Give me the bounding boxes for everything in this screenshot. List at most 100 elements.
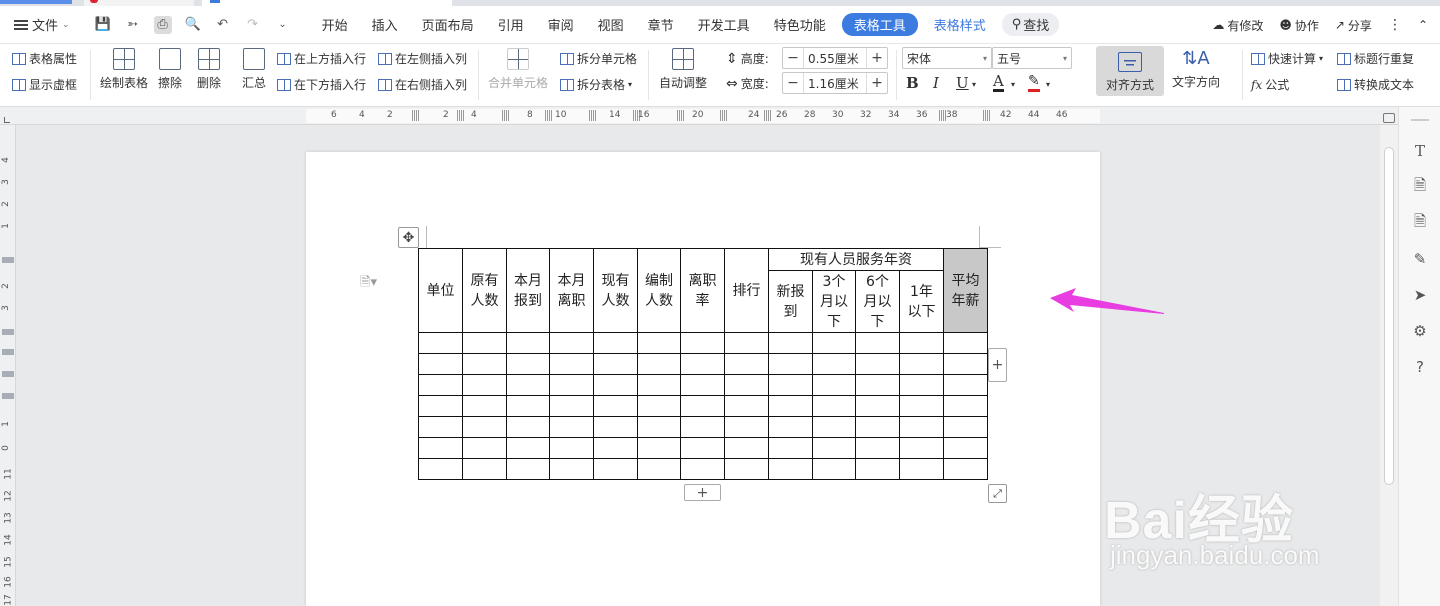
table-header-cell[interactable]: 单位 bbox=[418, 248, 463, 333]
table-cell[interactable] bbox=[855, 353, 900, 375]
table-cell[interactable] bbox=[943, 395, 988, 417]
table-props-button[interactable]: 表格属性 bbox=[12, 50, 77, 67]
width-decrease-button[interactable]: − bbox=[783, 75, 803, 91]
more-icon[interactable]: ⋮ bbox=[1388, 17, 1402, 33]
insert-above-button[interactable]: 在上方插入行 bbox=[277, 50, 366, 67]
chevron-down-icon[interactable]: ▾ bbox=[1046, 80, 1050, 89]
table-cell[interactable] bbox=[855, 458, 900, 480]
split-table-button[interactable]: 拆分表格 ▾ bbox=[560, 76, 632, 93]
table-cell[interactable] bbox=[418, 437, 463, 459]
table-cell[interactable] bbox=[637, 332, 681, 354]
pen-icon[interactable]: ✎ bbox=[1410, 249, 1430, 269]
table-cell[interactable] bbox=[506, 437, 550, 459]
table-cell[interactable] bbox=[637, 395, 681, 417]
table-cell[interactable] bbox=[506, 374, 550, 396]
table-header-cell[interactable]: 现有人数 bbox=[593, 248, 638, 333]
table-cell[interactable] bbox=[637, 374, 681, 396]
table-cell[interactable] bbox=[680, 353, 725, 375]
paragraph-layout-icon[interactable]: 🗎▾ bbox=[360, 273, 377, 295]
scrollbar-thumb[interactable] bbox=[1384, 147, 1394, 485]
table-cell[interactable] bbox=[724, 458, 769, 480]
doc-check-icon[interactable]: 🗎 bbox=[1410, 176, 1430, 197]
table-header-cell-highlighted[interactable]: 平均年薪 bbox=[943, 248, 988, 333]
table-cell[interactable] bbox=[462, 437, 507, 459]
table-cell[interactable] bbox=[549, 374, 594, 396]
tab-start[interactable]: 开始 bbox=[310, 15, 360, 34]
table-cell[interactable] bbox=[593, 437, 638, 459]
collab-button[interactable]: ☻ 协作 bbox=[1279, 17, 1319, 34]
table-cell[interactable] bbox=[506, 458, 550, 480]
table-cell[interactable] bbox=[899, 458, 944, 480]
table-cell[interactable] bbox=[593, 374, 638, 396]
table-cell[interactable] bbox=[855, 374, 900, 396]
table-cell[interactable] bbox=[768, 458, 813, 480]
auto-fit-button[interactable]: 自动调整 bbox=[659, 48, 707, 91]
table-cell[interactable] bbox=[680, 395, 725, 417]
tab-insert[interactable]: 插入 bbox=[360, 15, 410, 34]
height-input[interactable] bbox=[803, 48, 867, 68]
table-cell[interactable] bbox=[593, 353, 638, 375]
height-increase-button[interactable]: + bbox=[867, 50, 887, 66]
table-cell[interactable] bbox=[593, 395, 638, 417]
table-cell[interactable] bbox=[418, 458, 463, 480]
table-cell[interactable] bbox=[637, 458, 681, 480]
ruler-column-marker[interactable] bbox=[677, 110, 685, 121]
ruler-column-marker[interactable] bbox=[545, 110, 553, 121]
table-cell[interactable] bbox=[899, 353, 944, 375]
height-decrease-button[interactable]: − bbox=[783, 50, 803, 66]
ruler-column-marker[interactable] bbox=[502, 110, 510, 121]
repeat-header-button[interactable]: 标题行重复 bbox=[1337, 50, 1414, 67]
ruler-row-marker[interactable] bbox=[2, 257, 14, 263]
ruler-row-marker[interactable] bbox=[2, 393, 14, 399]
table-cell[interactable] bbox=[549, 332, 594, 354]
table-cell[interactable] bbox=[768, 416, 813, 438]
table-cell[interactable] bbox=[899, 332, 944, 354]
table-cell[interactable] bbox=[855, 437, 900, 459]
table-cell[interactable] bbox=[855, 332, 900, 354]
font-color-button[interactable]: A bbox=[993, 74, 1004, 92]
formula-button[interactable]: fx 公式 bbox=[1251, 76, 1289, 93]
table-resize-handle[interactable]: ⤢ bbox=[988, 484, 1007, 503]
table-cell[interactable] bbox=[549, 437, 594, 459]
ruler-column-marker[interactable] bbox=[589, 110, 597, 121]
table-cell[interactable] bbox=[943, 353, 988, 375]
horizontal-ruler[interactable]: 6 4 2 2 4 8 10 14 16 20 24 26 28 30 32 3… bbox=[0, 107, 1398, 125]
table-cell[interactable] bbox=[637, 416, 681, 438]
table-cell[interactable] bbox=[943, 437, 988, 459]
print-icon[interactable]: ⎙ bbox=[153, 15, 172, 34]
tab-table-tools[interactable]: 表格工具 bbox=[841, 13, 918, 36]
to-text-button[interactable]: 转换成文本 bbox=[1337, 76, 1414, 93]
table-header-cell[interactable]: 排行 bbox=[724, 248, 769, 333]
file-menu[interactable]: 文件 ⌄ bbox=[14, 15, 70, 34]
tab-stop-selector[interactable] bbox=[4, 117, 10, 123]
summary-button[interactable]: 汇总 bbox=[242, 48, 266, 91]
table-cell[interactable] bbox=[418, 374, 463, 396]
table-cell[interactable] bbox=[899, 437, 944, 459]
chevron-down-icon[interactable]: ▾ bbox=[972, 80, 976, 89]
insert-below-button[interactable]: 在下方插入行 bbox=[277, 76, 366, 93]
table-cell[interactable] bbox=[506, 353, 550, 375]
draw-table-button[interactable]: 绘制表格 bbox=[100, 48, 148, 91]
text-direction-button[interactable]: ⇅A 文字方向 bbox=[1172, 48, 1220, 90]
table-cell[interactable] bbox=[593, 458, 638, 480]
ruler-column-marker[interactable] bbox=[764, 110, 772, 121]
share-button[interactable]: ↗ 分享 bbox=[1335, 17, 1372, 34]
font-name-select[interactable]: 宋体 ▾ bbox=[902, 47, 992, 69]
table-cell[interactable] bbox=[549, 395, 594, 417]
table-cell[interactable] bbox=[462, 353, 507, 375]
table-header-cell[interactable]: 新报到 bbox=[768, 270, 813, 333]
table-cell[interactable] bbox=[812, 437, 856, 459]
table-cell[interactable] bbox=[943, 332, 988, 354]
table-cell[interactable] bbox=[462, 458, 507, 480]
table-cell[interactable] bbox=[549, 458, 594, 480]
table-cell[interactable] bbox=[680, 437, 725, 459]
quick-calc-button[interactable]: 快速计算 ▾ bbox=[1251, 50, 1323, 67]
table-cell[interactable] bbox=[680, 416, 725, 438]
table-cell[interactable] bbox=[812, 353, 856, 375]
table-cell[interactable] bbox=[506, 332, 550, 354]
table-cell[interactable] bbox=[768, 374, 813, 396]
table-cell[interactable] bbox=[593, 332, 638, 354]
insert-right-button[interactable]: 在右侧插入列 bbox=[378, 76, 467, 93]
vertical-ruler[interactable]: 4 3 2 1 2 3 1 0 11 12 13 14 15 16 17 bbox=[0, 125, 16, 606]
customize-dropdown-icon[interactable]: ⌄ bbox=[274, 16, 292, 34]
